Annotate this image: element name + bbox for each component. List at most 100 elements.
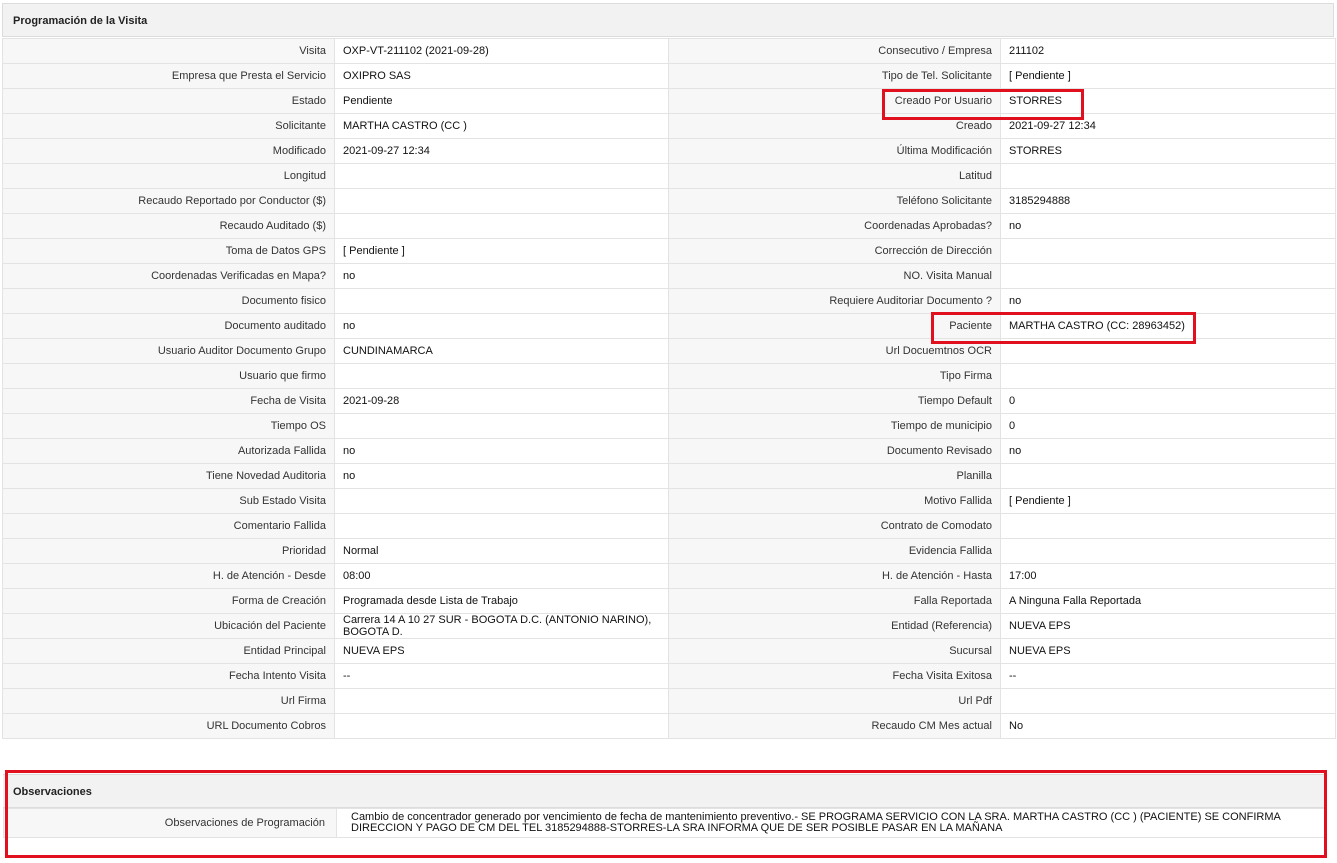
field-value: A Ninguna Falla Reportada: [1000, 588, 1336, 614]
field-value: [334, 713, 669, 739]
field-value: No: [1000, 713, 1336, 739]
field-value: [334, 288, 669, 314]
field-label: Creado: [668, 113, 1001, 139]
field-value: MARTHA CASTRO (CC ): [334, 113, 669, 139]
field-label: Toma de Datos GPS: [2, 238, 335, 264]
table-row: Observaciones de Programación Cambio de …: [3, 808, 1325, 838]
field-value: [1000, 538, 1336, 564]
field-label: Modificado: [2, 138, 335, 164]
field-label: Sub Estado Visita: [2, 488, 335, 514]
field-label: Solicitante: [2, 113, 335, 139]
table-row: Fecha Intento Visita -- Fecha Visita Exit…: [2, 663, 1336, 689]
visit-details-table: Visita OXP-VT-211102 (2021-09-28) Consecut…: [2, 38, 1336, 739]
table-row: Empresa que Presta el Servicio OXIPRO SAS…: [2, 63, 1336, 89]
field-label: Recaudo CM Mes actual: [668, 713, 1001, 739]
field-value: [1000, 688, 1336, 714]
field-value: no: [334, 438, 669, 464]
table-row: Usuario que firmo Tipo Firma: [2, 363, 1336, 389]
field-value: --: [334, 663, 669, 689]
field-value: [334, 413, 669, 439]
field-label: Latitud: [668, 163, 1001, 189]
field-label: Teléfono Solicitante: [668, 188, 1001, 214]
field-value: no: [334, 463, 669, 489]
table-row: Recaudo Auditado ($) Coordenadas Aprobada…: [2, 213, 1336, 239]
table-row: Documento fisico Requiere Auditoriar Docu…: [2, 288, 1336, 314]
table-row: Toma de Datos GPS[ Pendiente ] Corrección…: [2, 238, 1336, 264]
field-value: no: [1000, 213, 1336, 239]
field-label: Autorizada Fallida: [2, 438, 335, 464]
field-value: Pendiente: [334, 88, 669, 114]
field-label: Url Firma: [2, 688, 335, 714]
table-row: Recaudo Reportado por Conductor ($) Teléf…: [2, 188, 1336, 214]
table-row: Sub Estado Visita Motivo Fallida[ Pendien…: [2, 488, 1336, 514]
field-label: Url Docuemtnos OCR: [668, 338, 1001, 364]
field-value: 0: [1000, 388, 1336, 414]
table-row: URL Documento Cobros Recaudo CM Mes actua…: [2, 713, 1336, 739]
table-row: Fecha de Visita 2021-09-28 Tiempo Default…: [2, 388, 1336, 414]
table-row: Coordenadas Verificadas en Mapa? no NO. V…: [2, 263, 1336, 289]
field-value: STORRES: [1000, 138, 1336, 164]
field-label: Usuario Auditor Documento Grupo: [2, 338, 335, 364]
field-label: Sucursal: [668, 638, 1001, 664]
field-value: [334, 513, 669, 539]
field-label: Tiempo Default: [668, 388, 1001, 414]
field-label: Ubicación del Paciente: [2, 613, 335, 639]
field-value: [334, 213, 669, 239]
table-row: Forma de Creación Programada desde Lista …: [2, 588, 1336, 614]
field-value: NUEVA EPS: [1000, 613, 1336, 639]
field-label: Observaciones de Programación: [3, 808, 337, 838]
field-value: 2021-09-27 12:34: [334, 138, 669, 164]
field-label: Fecha de Visita: [2, 388, 335, 414]
field-value: 0: [1000, 413, 1336, 439]
field-value: no: [1000, 288, 1336, 314]
table-row: Visita OXP-VT-211102 (2021-09-28) Consecut…: [2, 38, 1336, 64]
field-label: Coordenadas Verificadas en Mapa?: [2, 263, 335, 289]
field-label: Longitud: [2, 163, 335, 189]
field-value: 3185294888: [1000, 188, 1336, 214]
field-label: Empresa que Presta el Servicio: [2, 63, 335, 89]
field-label: Documento auditado: [2, 313, 335, 339]
field-value: no: [334, 313, 669, 339]
table-row: Documento auditado no Paciente MARTHA CAST…: [2, 313, 1336, 339]
field-value: CUNDINAMARCA: [334, 338, 669, 364]
field-label: Falla Reportada: [668, 588, 1001, 614]
table-row: Url Firma Url Pdf: [2, 688, 1336, 714]
field-label: Fecha Visita Exitosa: [668, 663, 1001, 689]
field-label: Tipo de Tel. Solicitante: [668, 63, 1001, 89]
field-label: Documento Revisado: [668, 438, 1001, 464]
section-header-observaciones: Observaciones: [3, 774, 1325, 808]
field-value: no: [334, 263, 669, 289]
table-row: Modificado 2021-09-27 12:34 Última Modific…: [2, 138, 1336, 164]
table-row: Longitud Latitud: [2, 163, 1336, 189]
table-row: H. de Atención - Desde 08:00 H. de Atenció…: [2, 563, 1336, 589]
field-value: [334, 163, 669, 189]
field-label: Corrección de Dirección: [668, 238, 1001, 264]
field-value: 211102: [1000, 38, 1336, 64]
field-label: Creado Por Usuario: [668, 88, 1001, 114]
field-value: [1000, 363, 1336, 389]
field-value: no: [1000, 438, 1336, 464]
field-label: Coordenadas Aprobadas?: [668, 213, 1001, 239]
field-label: H. de Atención - Hasta: [668, 563, 1001, 589]
field-label: Tiene Novedad Auditoria: [2, 463, 335, 489]
field-label: Recaudo Auditado ($): [2, 213, 335, 239]
field-value: [1000, 163, 1336, 189]
field-label: Entidad Principal: [2, 638, 335, 664]
table-row: Prioridad Normal Evidencia Fallida: [2, 538, 1336, 564]
field-label: Prioridad: [2, 538, 335, 564]
field-value: NUEVA EPS: [1000, 638, 1336, 664]
table-row: Comentario Fallida Contrato de Comodato: [2, 513, 1336, 539]
table-row: Autorizada Fallida no Documento Revisado …: [2, 438, 1336, 464]
field-value: Normal: [334, 538, 669, 564]
field-label: Comentario Fallida: [2, 513, 335, 539]
field-value: [334, 488, 669, 514]
field-value: [1000, 263, 1336, 289]
field-label: Requiere Auditoriar Documento ?: [668, 288, 1001, 314]
table-row: Estado Pendiente Creado Por Usuario STORRES: [2, 88, 1336, 114]
field-label: Consecutivo / Empresa: [668, 38, 1001, 64]
field-label: Última Modificación: [668, 138, 1001, 164]
table-row: Tiene Novedad Auditoria no Planilla: [2, 463, 1336, 489]
table-row: Ubicación del Paciente Carrera 14 A 10 27…: [2, 613, 1336, 639]
field-value: [334, 688, 669, 714]
field-label: H. de Atención - Desde: [2, 563, 335, 589]
